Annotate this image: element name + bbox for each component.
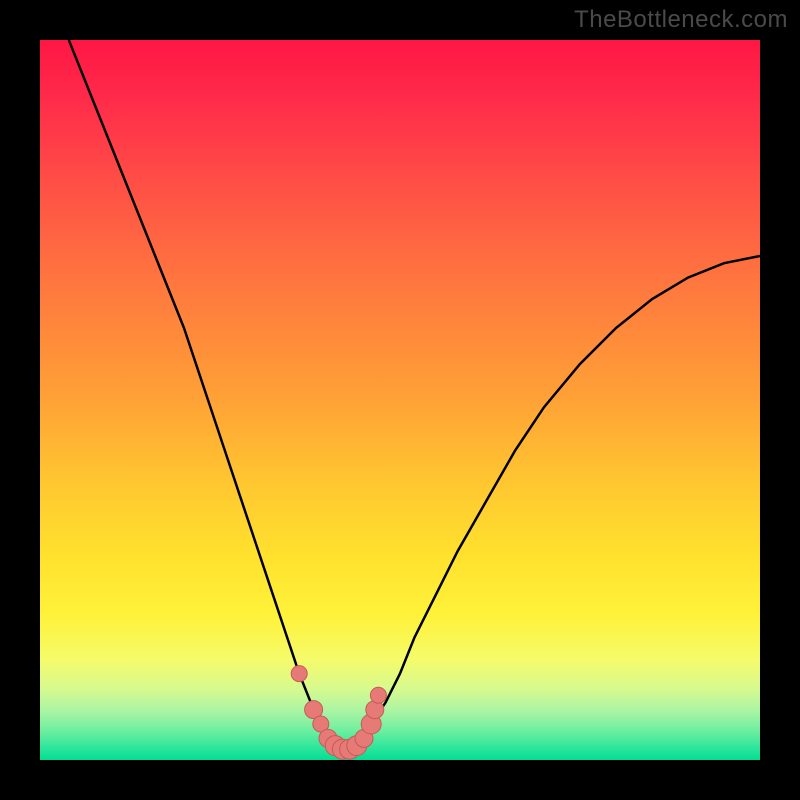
chart-frame: TheBottleneck.com xyxy=(0,0,800,800)
watermark-text: TheBottleneck.com xyxy=(574,6,788,34)
curve-marker xyxy=(370,687,386,703)
plot-area xyxy=(40,40,760,760)
gradient-background xyxy=(40,40,760,760)
curve-marker xyxy=(291,666,307,682)
bottleneck-chart xyxy=(40,40,760,760)
curve-marker xyxy=(366,701,384,719)
